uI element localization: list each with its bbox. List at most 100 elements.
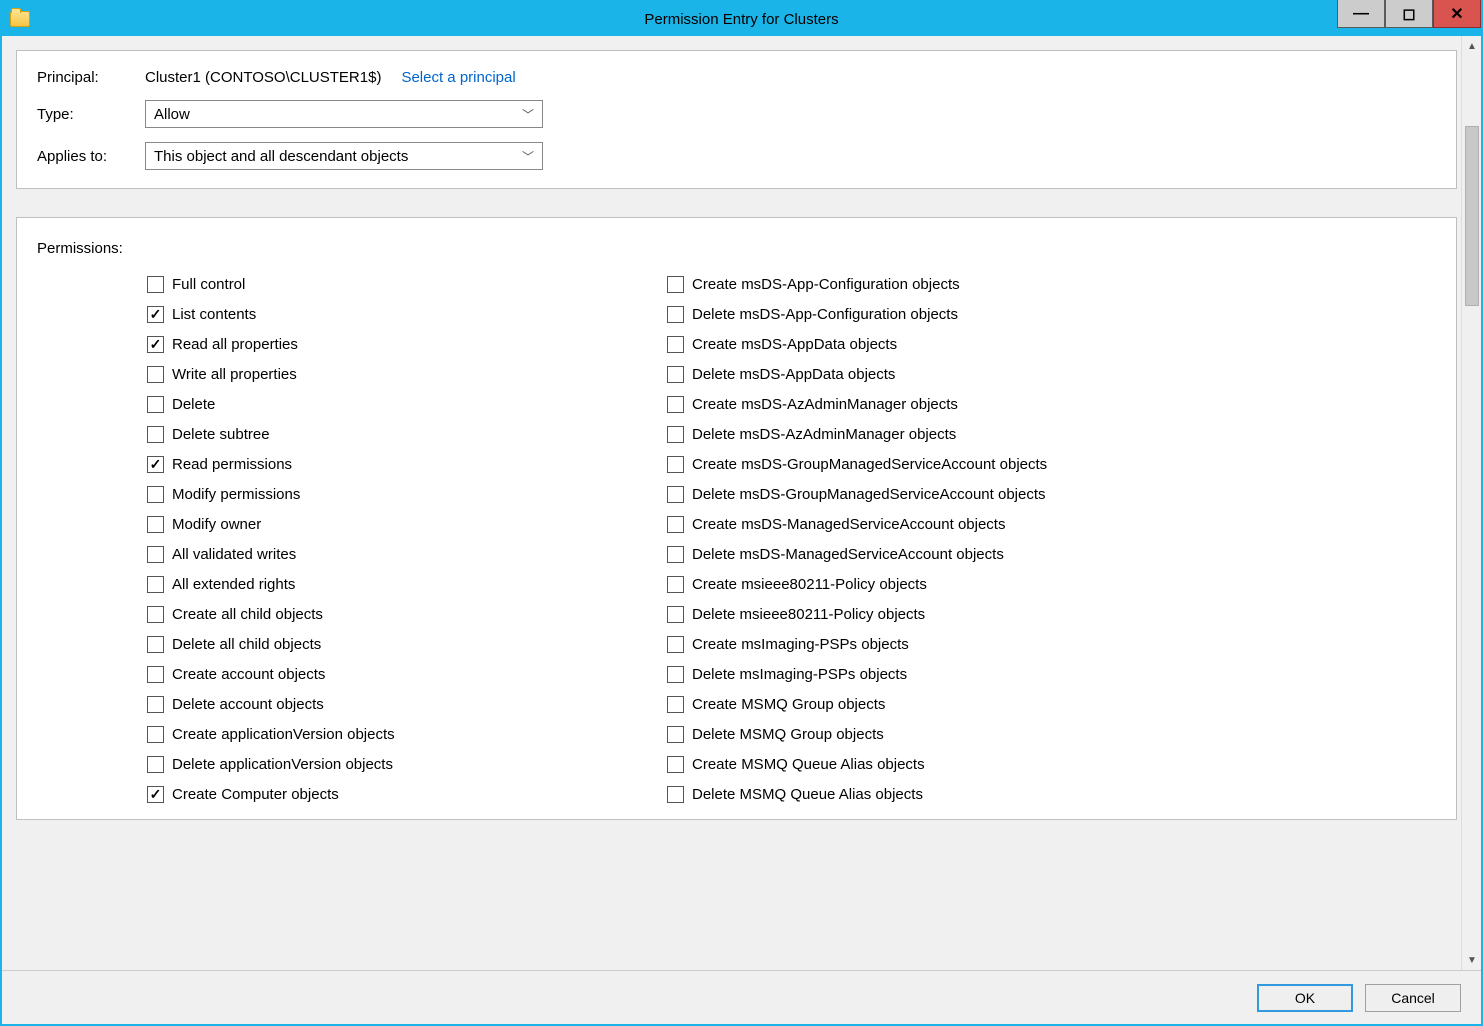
permission-item: Create all child objects <box>147 599 667 629</box>
permission-checkbox[interactable] <box>667 546 684 563</box>
permission-checkbox[interactable] <box>147 396 164 413</box>
permission-item: Delete msImaging-PSPs objects <box>667 659 1187 689</box>
permission-checkbox[interactable] <box>667 366 684 383</box>
type-label: Type: <box>37 106 145 123</box>
permission-checkbox[interactable] <box>147 486 164 503</box>
applies-to-dropdown-value: This object and all descendant objects <box>154 148 408 165</box>
ok-button[interactable]: OK <box>1257 984 1353 1012</box>
applies-to-label: Applies to: <box>37 148 145 165</box>
permission-checkbox[interactable] <box>667 756 684 773</box>
chevron-down-icon: ﹀ <box>522 106 534 123</box>
permission-item: Create account objects <box>147 659 667 689</box>
permission-label: Read permissions <box>172 456 292 473</box>
permission-label: Create msDS-GroupManagedServiceAccount o… <box>692 456 1047 473</box>
permission-item: Create msDS-App-Configuration objects <box>667 269 1187 299</box>
permissions-column-1: Full controlList contentsRead all proper… <box>147 269 667 809</box>
permission-checkbox[interactable] <box>147 666 164 683</box>
permission-item: Delete subtree <box>147 419 667 449</box>
permission-checkbox[interactable] <box>667 426 684 443</box>
permission-checkbox[interactable] <box>147 726 164 743</box>
close-button[interactable]: ✕ <box>1433 0 1481 28</box>
permission-label: Delete msieee80211-Policy objects <box>692 606 925 623</box>
permission-checkbox[interactable] <box>147 606 164 623</box>
permission-label: Delete msDS-App-Configuration objects <box>692 306 958 323</box>
permission-label: Delete msDS-AppData objects <box>692 366 895 383</box>
scroll-down-icon[interactable]: ▼ <box>1462 950 1481 970</box>
permission-checkbox[interactable] <box>147 426 164 443</box>
titlebar[interactable]: Permission Entry for Clusters — ◻ ✕ <box>2 2 1481 36</box>
close-icon: ✕ <box>1450 4 1463 24</box>
maximize-button[interactable]: ◻ <box>1385 0 1433 28</box>
permission-checkbox[interactable] <box>667 306 684 323</box>
permission-item: Create Computer objects <box>147 779 667 809</box>
permission-checkbox[interactable] <box>667 576 684 593</box>
permission-checkbox[interactable] <box>147 636 164 653</box>
permission-label: Read all properties <box>172 336 298 353</box>
permission-checkbox[interactable] <box>147 756 164 773</box>
permission-item: Delete MSMQ Queue Alias objects <box>667 779 1187 809</box>
permission-item: Create msImaging-PSPs objects <box>667 629 1187 659</box>
permission-item: Create applicationVersion objects <box>147 719 667 749</box>
permission-checkbox[interactable] <box>667 336 684 353</box>
permission-label: Delete <box>172 396 215 413</box>
permission-label: All extended rights <box>172 576 295 593</box>
scroll-wrap: Principal: Cluster1 (CONTOSO\CLUSTER1$) … <box>2 36 1481 970</box>
permission-item: Create msDS-AppData objects <box>667 329 1187 359</box>
scroll-up-icon[interactable]: ▲ <box>1462 36 1481 56</box>
permission-item: Create msDS-AzAdminManager objects <box>667 389 1187 419</box>
permission-label: Create MSMQ Group objects <box>692 696 885 713</box>
permission-checkbox[interactable] <box>667 786 684 803</box>
permission-checkbox[interactable] <box>667 666 684 683</box>
permission-label: Create msDS-ManagedServiceAccount object… <box>692 516 1005 533</box>
permission-item: Delete MSMQ Group objects <box>667 719 1187 749</box>
permission-checkbox[interactable] <box>667 276 684 293</box>
permission-checkbox[interactable] <box>147 516 164 533</box>
permission-checkbox[interactable] <box>667 486 684 503</box>
permission-checkbox[interactable] <box>147 696 164 713</box>
permission-checkbox[interactable] <box>667 696 684 713</box>
permission-label: Delete applicationVersion objects <box>172 756 393 773</box>
permission-item: Modify permissions <box>147 479 667 509</box>
permission-checkbox[interactable] <box>147 336 164 353</box>
permission-checkbox[interactable] <box>667 636 684 653</box>
permission-checkbox[interactable] <box>667 606 684 623</box>
vertical-scrollbar[interactable]: ▲ ▼ <box>1461 36 1481 970</box>
permission-checkbox[interactable] <box>147 456 164 473</box>
footer: OK Cancel <box>2 970 1481 1024</box>
permission-item: Read all properties <box>147 329 667 359</box>
permission-label: All validated writes <box>172 546 296 563</box>
select-principal-link[interactable]: Select a principal <box>401 69 515 86</box>
permission-label: Create msDS-App-Configuration objects <box>692 276 960 293</box>
scrollbar-thumb[interactable] <box>1465 126 1479 306</box>
permission-checkbox[interactable] <box>667 456 684 473</box>
permissions-grid: Full controlList contentsRead all proper… <box>37 269 1436 809</box>
permission-label: Delete msDS-AzAdminManager objects <box>692 426 956 443</box>
permission-checkbox[interactable] <box>147 306 164 323</box>
permission-item: All validated writes <box>147 539 667 569</box>
permission-checkbox[interactable] <box>147 366 164 383</box>
permission-item: Write all properties <box>147 359 667 389</box>
permission-item: Read permissions <box>147 449 667 479</box>
permission-checkbox[interactable] <box>667 516 684 533</box>
permission-checkbox[interactable] <box>147 546 164 563</box>
permissions-column-2: Create msDS-App-Configuration objects Del… <box>667 269 1187 809</box>
permission-label: Create Computer objects <box>172 786 339 803</box>
permission-item: Delete msDS-AppData objects <box>667 359 1187 389</box>
permission-item: All extended rights <box>147 569 667 599</box>
header-panel: Principal: Cluster1 (CONTOSO\CLUSTER1$) … <box>16 50 1457 189</box>
type-row: Type: Allow ﹀ <box>37 100 1436 128</box>
permission-checkbox[interactable] <box>667 396 684 413</box>
applies-to-dropdown[interactable]: This object and all descendant objects ﹀ <box>145 142 543 170</box>
permission-item: Delete account objects <box>147 689 667 719</box>
minimize-button[interactable]: — <box>1337 0 1385 28</box>
permission-label: Delete msDS-GroupManagedServiceAccount o… <box>692 486 1046 503</box>
permission-checkbox[interactable] <box>147 786 164 803</box>
permission-checkbox[interactable] <box>667 726 684 743</box>
cancel-button[interactable]: Cancel <box>1365 984 1461 1012</box>
type-dropdown[interactable]: Allow ﹀ <box>145 100 543 128</box>
maximize-icon: ◻ <box>1402 4 1415 24</box>
permission-checkbox[interactable] <box>147 276 164 293</box>
permission-label: Create all child objects <box>172 606 323 623</box>
permission-checkbox[interactable] <box>147 576 164 593</box>
permission-item: Delete all child objects <box>147 629 667 659</box>
